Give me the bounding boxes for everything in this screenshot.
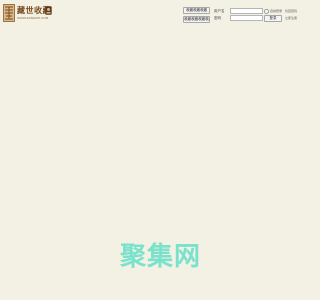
remember-checkbox[interactable] bbox=[264, 8, 269, 14]
logo-emblem-icon bbox=[3, 4, 15, 22]
remember-me[interactable]: 自动登录 bbox=[264, 8, 282, 14]
password-input[interactable] bbox=[230, 15, 263, 21]
username-input[interactable] bbox=[230, 8, 263, 14]
remember-label: 自动登录 bbox=[270, 9, 283, 13]
username-label: 用户名 bbox=[214, 9, 225, 13]
collection-management-button[interactable]: 收藏收藏收藏收藏收藏 bbox=[183, 16, 210, 23]
forgot-password-link[interactable]: 找回密码 bbox=[285, 8, 297, 14]
logo-subtitle: WWW.ZANGSHI.COM bbox=[17, 16, 49, 20]
logo-seal-icon bbox=[45, 6, 52, 15]
collection-button[interactable]: 收藏收藏收藏 bbox=[183, 7, 210, 14]
site-logo[interactable]: 藏世收藏 WWW.ZANGSHI.COM bbox=[3, 4, 53, 24]
watermark-text: 聚集网 bbox=[120, 242, 202, 272]
password-label: 密码 bbox=[214, 16, 221, 20]
register-link[interactable]: 立即注册 bbox=[285, 15, 297, 21]
login-button[interactable]: 登录 bbox=[264, 15, 282, 22]
